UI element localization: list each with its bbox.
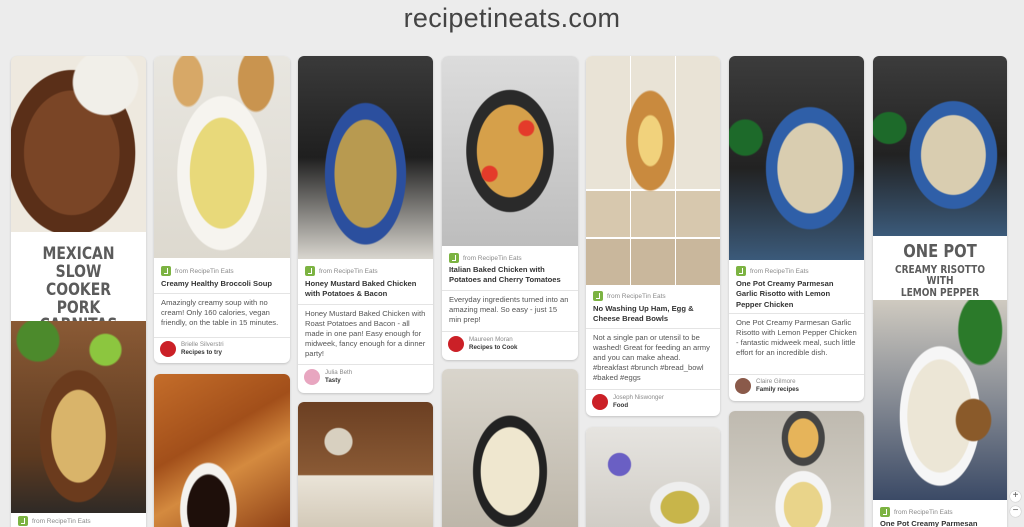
pin-title[interactable]: One Pot Creamy Parmesan Garlic Risotto w… — [736, 279, 857, 310]
recipetin-logo-icon — [161, 266, 171, 276]
pin-image — [586, 427, 720, 527]
pin-image — [442, 369, 578, 527]
site-title: recipetineats.com — [403, 3, 621, 33]
divider — [586, 328, 720, 329]
pin-description: One Pot Creamy Parmesan Garlic Risotto w… — [736, 318, 857, 358]
divider — [729, 313, 864, 314]
pin-image-top — [11, 56, 146, 232]
pin-image-top — [873, 56, 1007, 236]
pin-source-label: from RecipeTin Eats — [319, 267, 378, 275]
recipetin-logo-icon — [305, 266, 315, 276]
pin-source[interactable]: from RecipeTin Eats — [449, 253, 522, 263]
pin-image — [154, 56, 290, 258]
pin-image-bottom — [11, 321, 146, 513]
pin-title[interactable]: Italian Baked Chicken with Potatoes and … — [449, 265, 571, 286]
pin-wine-table[interactable] — [298, 402, 433, 527]
pin-pasta-bowl[interactable] — [729, 411, 864, 527]
pinner-name[interactable]: Joseph Niswonger — [613, 394, 664, 402]
pinner-info: Julia Beth Tasty — [325, 369, 352, 385]
pin-source-label: from RecipeTin Eats — [175, 267, 234, 275]
pin-description: Everyday ingredients turned into an amaz… — [449, 295, 569, 325]
pinner[interactable]: Brielle Silverstri Recipes to try — [160, 341, 224, 358]
pinner-board[interactable]: Food — [613, 402, 664, 410]
pin-headline-line: SLOW COOKER — [45, 261, 111, 300]
divider — [298, 304, 433, 305]
zoom-in-button[interactable]: + — [1010, 491, 1021, 502]
divider — [729, 374, 864, 375]
pin-source[interactable]: from RecipeTin Eats — [593, 291, 666, 301]
pinterest-logo-icon — [448, 336, 464, 353]
pin-image — [298, 56, 433, 259]
pin-source[interactable]: from RecipeTin Eats — [305, 266, 378, 276]
pin-image — [298, 402, 433, 527]
divider — [154, 337, 290, 338]
pin-image — [442, 56, 578, 246]
pinner-board[interactable]: Tasty — [325, 377, 352, 385]
pin-headline-line: CREAMY RISOTTO WITH — [894, 262, 985, 288]
pin-headline-line: ONE POT — [903, 241, 977, 262]
pin-title[interactable]: Honey Mustard Baked Chicken with Potatoe… — [305, 279, 426, 300]
pin-bread-bowls[interactable]: from RecipeTin Eats No Washing Up Ham, E… — [586, 56, 720, 416]
pin-risotto-2[interactable]: ONE POT CREAMY RISOTTO WITH LEMON PEPPER… — [873, 56, 1007, 527]
pinner[interactable]: Julia Beth Tasty — [304, 369, 352, 386]
pin-source[interactable]: from RecipeTin Eats — [161, 266, 234, 276]
pin-source-label: from RecipeTin Eats — [750, 267, 809, 275]
pin-broccoli-soup[interactable]: from RecipeTin Eats Creamy Healthy Brocc… — [154, 56, 290, 363]
recipetin-logo-icon — [880, 507, 890, 517]
pin-image-bottom — [873, 300, 1007, 500]
divider — [586, 389, 720, 390]
pin-title[interactable]: Creamy Healthy Broccoli Soup — [161, 279, 283, 289]
pin-image — [729, 56, 864, 260]
divider — [442, 331, 578, 332]
avatar — [304, 369, 320, 386]
pin-image — [729, 411, 864, 527]
pin-source[interactable]: from RecipeTin Eats — [18, 516, 91, 526]
pin-description: Not a single pan or utensil to be washed… — [593, 333, 710, 383]
pinner-board[interactable]: Recipes to try — [181, 349, 224, 357]
pinner-board[interactable]: Family recipes — [756, 386, 799, 394]
pinterest-logo-icon — [592, 394, 608, 411]
pin-source[interactable]: from RecipeTin Eats — [736, 266, 809, 276]
pinner-name[interactable]: Claire Gilmore — [756, 378, 799, 386]
pinner-name[interactable]: Brielle Silverstri — [181, 341, 224, 349]
pinner-info: Claire Gilmore Family recipes — [756, 378, 799, 394]
pinner-info: Maureen Moran Recipes to Cook — [469, 336, 517, 352]
pin-honey-mustard[interactable]: from RecipeTin Eats Honey Mustard Baked … — [298, 56, 433, 393]
pinner-info: Joseph Niswonger Food — [613, 394, 664, 410]
pin-italian-chicken[interactable]: from RecipeTin Eats Italian Baked Chicke… — [442, 56, 578, 360]
pin-source-label: from RecipeTin Eats — [607, 292, 666, 300]
pin-source-label: from RecipeTin Eats — [894, 508, 953, 516]
divider — [154, 293, 290, 294]
zoom-out-button[interactable]: − — [1010, 506, 1021, 517]
pin-description: Honey Mustard Baked Chicken with Roast P… — [305, 309, 426, 359]
pin-carnitas[interactable]: MEXICAN SLOW COOKER PORK CARNITAS from R… — [11, 56, 146, 527]
pinner-name[interactable]: Julia Beth — [325, 369, 352, 377]
recipetin-logo-icon — [593, 291, 603, 301]
pin-description: Amazingly creamy soup with no cream! Onl… — [161, 298, 279, 328]
pinner[interactable]: Maureen Moran Recipes to Cook — [448, 336, 517, 353]
pin-image — [154, 374, 290, 527]
pin-chicken-wings[interactable] — [154, 374, 290, 527]
pinner-info: Brielle Silverstri Recipes to try — [181, 341, 224, 357]
pin-source-label: from RecipeTin Eats — [32, 517, 91, 525]
pin-title[interactable]: One Pot Creamy Parmesan — [880, 519, 1000, 527]
recipetin-logo-icon — [449, 253, 459, 263]
pinner-board[interactable]: Recipes to Cook — [469, 344, 517, 352]
recipetin-logo-icon — [18, 516, 28, 526]
pin-source[interactable]: from RecipeTin Eats — [880, 507, 953, 517]
divider — [442, 290, 578, 291]
avatar — [735, 378, 751, 395]
pinner[interactable]: Joseph Niswonger Food — [592, 394, 664, 411]
divider — [298, 364, 433, 365]
pin-salad-bowl[interactable] — [586, 427, 720, 527]
pinner-name[interactable]: Maureen Moran — [469, 336, 517, 344]
pinner[interactable]: Claire Gilmore Family recipes — [735, 378, 799, 395]
pinterest-logo-icon — [160, 341, 176, 358]
pin-chowder[interactable] — [442, 369, 578, 527]
pin-source-label: from RecipeTin Eats — [463, 254, 522, 262]
recipetin-logo-icon — [736, 266, 746, 276]
pin-risotto[interactable]: from RecipeTin Eats One Pot Creamy Parme… — [729, 56, 864, 401]
pin-title[interactable]: No Washing Up Ham, Egg & Cheese Bread Bo… — [593, 304, 713, 325]
pin-image — [586, 56, 720, 285]
